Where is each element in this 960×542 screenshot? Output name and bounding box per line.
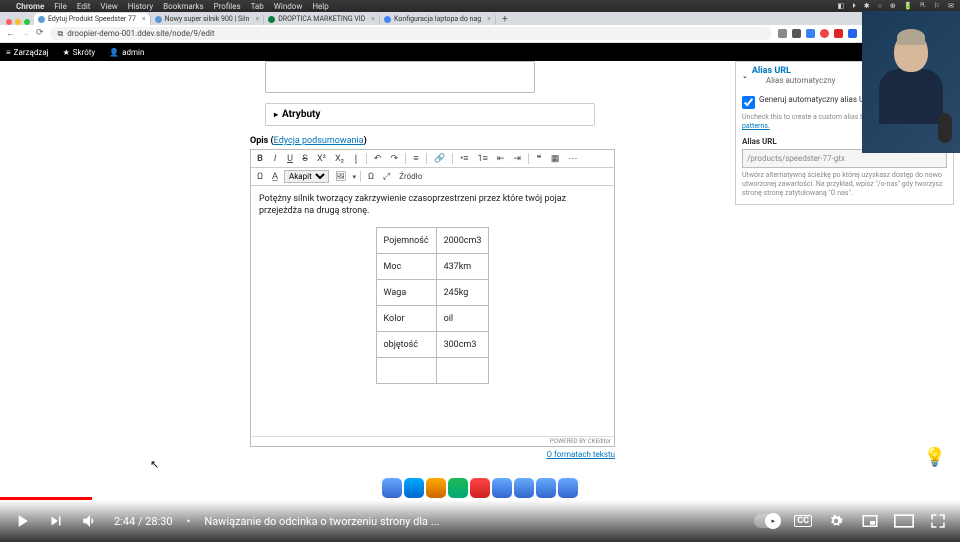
ckeditor: B I U S X² X₂ I͓ ↶ ↷ ≡ 🔗 •≡ 1≡ ⇤ ⇥ xyxy=(250,149,615,447)
table-row: Koloroil xyxy=(376,306,489,332)
spec-table[interactable]: Pojemność2000cm3 Moc437km Waga245kg Kolo… xyxy=(376,227,490,384)
mac-menubar: Chrome File Edit View History Bookmarks … xyxy=(0,0,960,12)
time-display: 2:44 / 28:30 xyxy=(114,515,173,528)
drupal-admin-toolbar: ≡Zarządzaj ★Skróty 👤admin xyxy=(0,43,960,61)
minimize-window-icon[interactable] xyxy=(15,19,21,25)
ext-icon[interactable] xyxy=(834,29,843,38)
quote-button[interactable]: ❝ xyxy=(533,153,545,165)
attributes-accordion[interactable]: Atrybuty xyxy=(265,103,595,126)
auto-alias-checkbox[interactable] xyxy=(742,96,755,109)
webcam-overlay xyxy=(862,11,960,153)
site-info-icon[interactable]: ⧉ xyxy=(58,29,64,39)
hamburger-icon: ≡ xyxy=(6,48,11,57)
chevron-down-icon: ⌄ xyxy=(742,72,748,80)
next-button[interactable] xyxy=(46,511,66,531)
table-button[interactable]: ▦ xyxy=(548,153,563,165)
opis-label: Opis (Edycja podsumowania) xyxy=(250,136,615,146)
window-controls xyxy=(4,19,34,25)
ext-icon[interactable] xyxy=(792,29,801,38)
maximize-window-icon[interactable] xyxy=(24,19,30,25)
fullscreen-button[interactable]: ⤢ xyxy=(380,171,393,183)
menu-status-icons: ◧ ⏵ ✱ ○ ⊕ 🔋 ᴾᴸ ⚐ ✉ xyxy=(838,2,954,11)
shortcuts-menu[interactable]: ★Skróty xyxy=(63,48,96,57)
italic-button[interactable]: I xyxy=(269,153,281,165)
outdent-button[interactable]: ⇤ xyxy=(494,153,508,165)
settings-button[interactable] xyxy=(826,511,846,531)
ext-icon[interactable] xyxy=(820,29,829,38)
captions-button[interactable]: CC xyxy=(794,515,812,527)
app-name[interactable]: Chrome xyxy=(16,2,44,11)
volume-button[interactable] xyxy=(80,511,100,531)
bullet-list-button[interactable]: •≡ xyxy=(457,152,471,165)
close-tab-icon[interactable]: × xyxy=(142,15,146,23)
user-menu[interactable]: 👤admin xyxy=(109,48,144,57)
superscript-button[interactable]: X² xyxy=(314,153,329,165)
forward-icon: → xyxy=(21,28,30,39)
lightbulb-icon[interactable]: 💡 xyxy=(920,442,950,472)
indent-button[interactable]: ⇥ xyxy=(510,153,524,165)
text-input[interactable] xyxy=(265,61,535,93)
video-chapter-title[interactable]: Nawiązanie do odcinka o tworzeniu strony… xyxy=(204,515,740,528)
close-window-icon[interactable] xyxy=(6,19,12,25)
browser-toolbar: ← → ⟳ ⧉ droopier-demo-001.ddev.site/node… xyxy=(0,25,960,43)
video-controls: 2:44 / 28:30 • Nawiązanie do odcinka o t… xyxy=(0,500,960,542)
source-button[interactable]: Źródło xyxy=(396,171,425,182)
miniplayer-button[interactable] xyxy=(860,511,880,531)
star-icon: ★ xyxy=(63,48,70,57)
tab-active[interactable]: Edytuj Produkt Speedster 77× xyxy=(34,13,151,25)
mouse-cursor-icon: ↖ xyxy=(150,458,159,471)
editor-content[interactable]: Potężny silnik tworzący zakrzywienie cza… xyxy=(251,186,614,436)
attributes-summary: Atrybuty xyxy=(266,104,594,125)
page-content: Atrybuty Opis (Edycja podsumowania) B I … xyxy=(0,61,960,480)
strike-button[interactable]: S xyxy=(299,153,311,165)
user-icon: 👤 xyxy=(109,48,119,57)
font-color-button[interactable]: A̲ xyxy=(269,170,281,183)
table-row: Moc437km xyxy=(376,254,489,280)
editor-toolbar-2: Ω A̲ Akapit 🖼 ▾ Ω ⤢ Źródło xyxy=(251,168,614,186)
underline-button[interactable]: U xyxy=(284,153,296,165)
patterns-link[interactable]: patterns. xyxy=(742,122,770,130)
more-button[interactable]: ⋯ xyxy=(565,153,580,165)
link-button[interactable]: 🔗 xyxy=(431,153,448,165)
table-row: Pojemność2000cm3 xyxy=(376,228,489,254)
align-button[interactable]: ≡ xyxy=(410,152,422,165)
favicon-icon xyxy=(38,16,45,23)
manage-menu[interactable]: ≡Zarządzaj xyxy=(6,48,49,57)
reload-icon[interactable]: ⟳ xyxy=(36,28,44,39)
autoplay-toggle[interactable]: ▸ xyxy=(754,514,780,528)
microphone-icon xyxy=(938,113,952,143)
tab-item[interactable]: Nowy super silnik 900 | Siln× xyxy=(151,13,265,25)
ext-icon[interactable] xyxy=(848,29,857,38)
theater-button[interactable] xyxy=(894,511,914,531)
numbered-list-button[interactable]: 1≡ xyxy=(475,152,491,165)
play-button[interactable] xyxy=(12,511,32,531)
back-icon[interactable]: ← xyxy=(6,28,15,39)
undo-button[interactable]: ↶ xyxy=(371,153,385,165)
bold-button[interactable]: B xyxy=(254,153,266,165)
tab-item[interactable]: DROPTICA MARKETING VID× xyxy=(264,13,380,25)
remove-format-button[interactable]: I͓ xyxy=(350,152,362,165)
table-row xyxy=(376,358,489,384)
alias-hint: Utwórz alternatywną ścieżkę po której uz… xyxy=(742,171,947,198)
text-formats-link[interactable]: O formatach tekstu xyxy=(250,450,615,459)
oembed-button[interactable]: Ω xyxy=(365,171,377,183)
redo-button[interactable]: ↷ xyxy=(387,153,401,165)
translate-icon[interactable] xyxy=(778,29,787,38)
table-row: objętość300cm3 xyxy=(376,332,489,358)
fullscreen-button[interactable] xyxy=(928,511,948,531)
mac-dock xyxy=(382,478,578,498)
new-tab-button[interactable]: + xyxy=(496,14,514,25)
browser-tab-strip: Edytuj Produkt Speedster 77× Nowy super … xyxy=(0,12,960,25)
ckeditor-credit: POWERED BY CKEditor xyxy=(251,436,614,446)
edit-summary-link[interactable]: Edycja podsumowania xyxy=(274,136,364,146)
tab-item[interactable]: Konfiguracja laptopa do nag× xyxy=(380,13,496,25)
ext-icon[interactable] xyxy=(806,29,815,38)
image-button[interactable]: 🖼 xyxy=(332,171,349,183)
special-char-button[interactable]: Ω xyxy=(254,171,266,183)
table-row: Waga245kg xyxy=(376,280,489,306)
subscript-button[interactable]: X₂ xyxy=(332,153,347,165)
address-bar[interactable]: ⧉ droopier-demo-001.ddev.site/node/9/edi… xyxy=(50,27,772,40)
editor-toolbar-1: B I U S X² X₂ I͓ ↶ ↷ ≡ 🔗 •≡ 1≡ ⇤ ⇥ xyxy=(251,150,614,168)
format-select[interactable]: Akapit xyxy=(284,170,329,183)
